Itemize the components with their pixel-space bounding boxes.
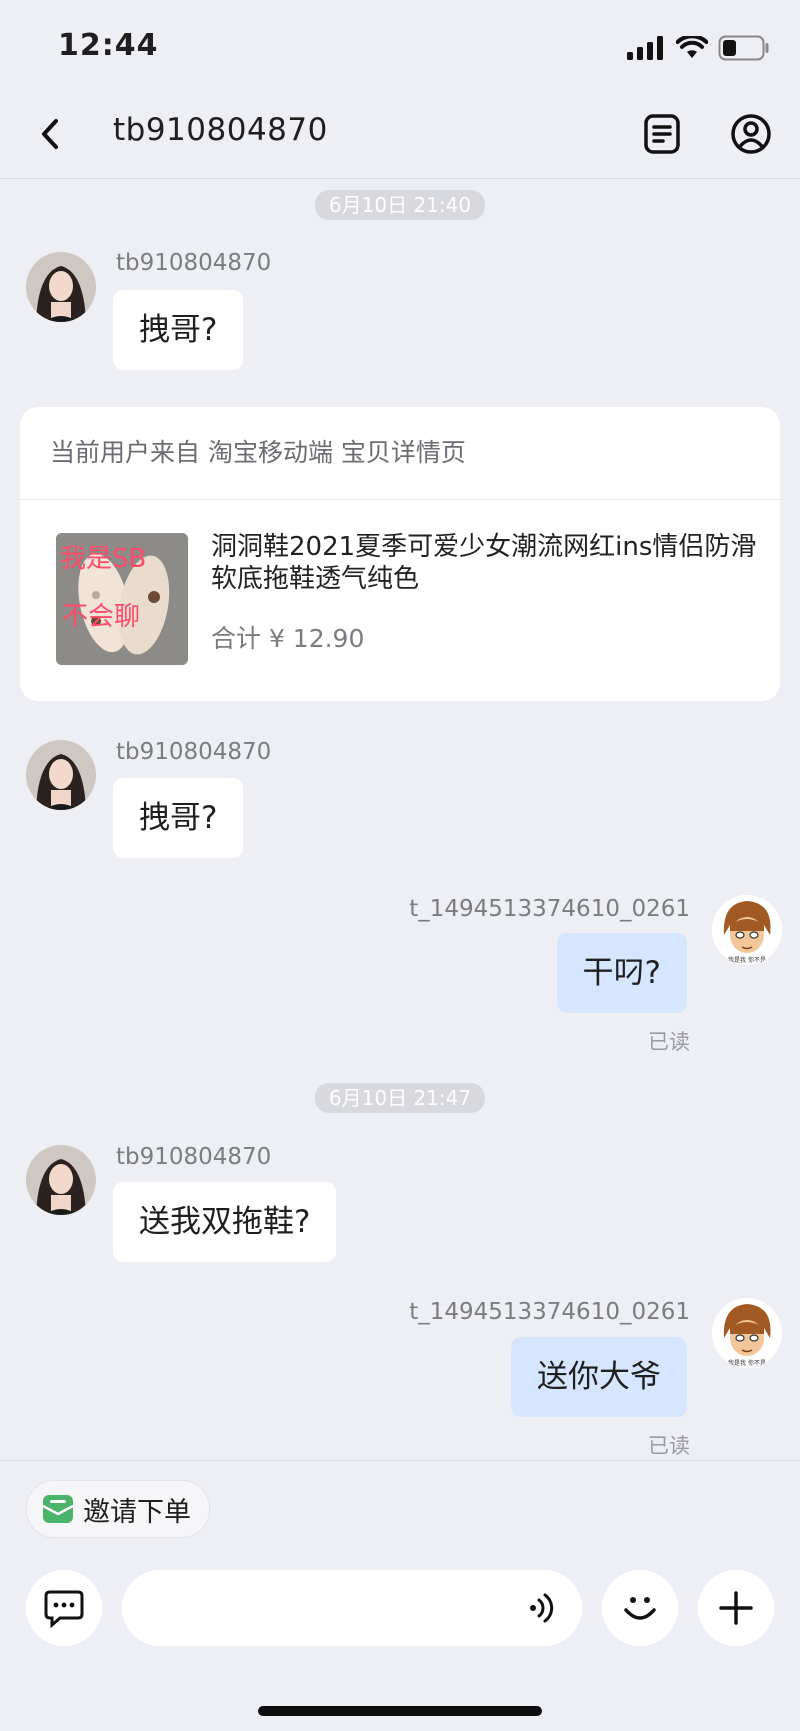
my-avatar-image: 我是我 你不是 xyxy=(712,895,782,965)
chat-bubble-icon xyxy=(44,1590,84,1629)
voice-icon[interactable] xyxy=(524,1590,560,1626)
plus-icon xyxy=(719,1591,753,1625)
my-avatar-caption: 我是我 你不是 xyxy=(728,956,766,964)
invite-order-label: 邀请下单 xyxy=(83,1496,191,1528)
more-actions-button[interactable] xyxy=(698,1570,774,1646)
user-circle-icon xyxy=(731,114,771,154)
contact-avatar-image xyxy=(26,1145,96,1215)
contact-avatar[interactable] xyxy=(26,1145,96,1215)
read-status: 已读 xyxy=(648,1030,690,1054)
chat-header: tb910804870 xyxy=(0,90,800,179)
read-status: 已读 xyxy=(648,1434,690,1458)
sender-name: t_1494513374610_0261 xyxy=(409,1299,690,1325)
my-avatar[interactable]: 我是我 你不是 xyxy=(712,1298,782,1368)
back-button[interactable] xyxy=(30,110,70,158)
sender-name: tb910804870 xyxy=(116,1144,272,1170)
sender-name: tb910804870 xyxy=(116,250,272,276)
smiley-icon xyxy=(624,1597,656,1620)
message-bubble-outgoing[interactable]: 干叼? xyxy=(556,933,687,1013)
timestamp: 6月10日 21:40 xyxy=(314,190,486,220)
product-title[interactable]: 洞洞鞋2021夏季可爱少女潮流网红ins情侣防滑软底拖鞋透气纯色 xyxy=(211,531,761,595)
contact-avatar-image xyxy=(26,740,96,810)
product-price: 合计 ¥ 12.90 xyxy=(211,624,365,653)
card-source-info: 当前用户来自 淘宝移动端 宝贝详情页 xyxy=(50,438,466,467)
product-image-overlay-text: 我是SB xyxy=(60,544,146,574)
message-bubble-incoming[interactable]: 送我双拖鞋? xyxy=(113,1182,337,1262)
invite-order-icon xyxy=(42,1495,74,1523)
contact-avatar[interactable] xyxy=(26,740,96,810)
wifi-icon xyxy=(676,36,708,58)
message-bubble-incoming[interactable]: 拽哥? xyxy=(113,778,244,858)
timestamp: 6月10日 21:47 xyxy=(314,1083,486,1113)
product-card[interactable]: 当前用户来自 淘宝移动端 宝贝详情页 我是SB 不会聊 洞洞鞋2021夏季可爱少… xyxy=(20,407,780,701)
quick-reply-button[interactable] xyxy=(26,1570,102,1646)
status-time: 12:44 xyxy=(58,28,159,63)
product-image-graphic: 我是SB 不会聊 xyxy=(56,533,188,665)
contact-avatar-image xyxy=(26,252,96,322)
document-list-icon xyxy=(644,114,680,154)
my-avatar[interactable]: 我是我 你不是 xyxy=(712,895,782,965)
status-icons xyxy=(626,34,770,62)
card-divider xyxy=(20,499,780,500)
composer-divider xyxy=(0,1460,800,1461)
message-bubble-incoming[interactable]: 拽哥? xyxy=(113,290,244,370)
contact-avatar[interactable] xyxy=(26,252,96,322)
my-avatar-image: 我是我 你不是 xyxy=(712,1298,782,1368)
product-image-overlay-text-2: 不会聊 xyxy=(62,602,140,632)
invite-order-button[interactable]: 邀请下单 xyxy=(26,1480,210,1538)
sender-name: t_1494513374610_0261 xyxy=(409,896,690,922)
chevron-left-icon xyxy=(42,119,58,149)
message-bubble-outgoing[interactable]: 送你大爷 xyxy=(511,1337,687,1417)
emoji-button[interactable] xyxy=(602,1570,678,1646)
my-avatar-caption: 我是我 你不是 xyxy=(728,1359,766,1367)
profile-button[interactable] xyxy=(725,108,777,160)
product-image[interactable]: 我是SB 不会聊 xyxy=(56,533,188,665)
home-indicator[interactable] xyxy=(258,1706,542,1716)
signal-icon xyxy=(627,36,663,60)
order-list-button[interactable] xyxy=(636,108,688,160)
chat-title: tb910804870 xyxy=(113,112,328,148)
battery-icon xyxy=(718,35,769,61)
status-bar: 12:44 xyxy=(0,0,800,90)
sender-name: tb910804870 xyxy=(116,739,272,765)
message-input[interactable] xyxy=(122,1570,582,1646)
